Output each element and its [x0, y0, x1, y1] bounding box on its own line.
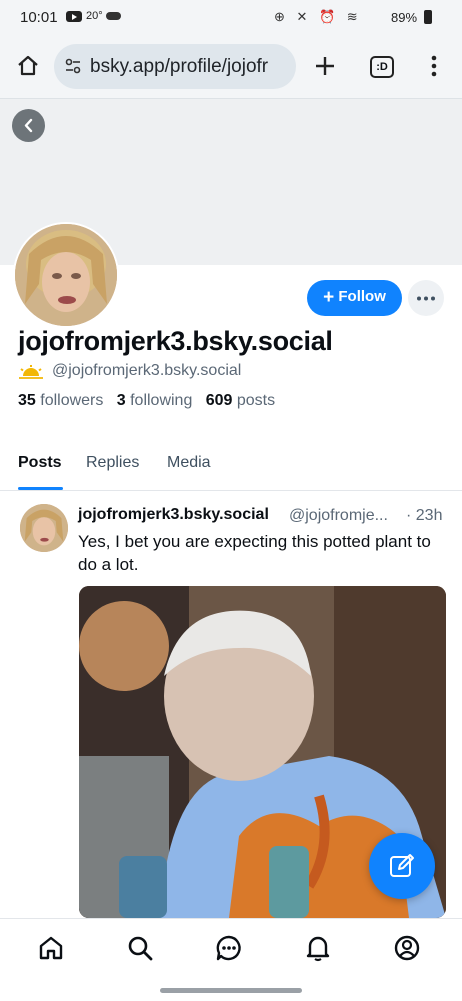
url-text: bsky.app/profile/jojofr [90, 56, 269, 77]
chat-icon[interactable] [215, 934, 243, 962]
compose-icon [390, 854, 414, 877]
battery-percent: 89% [391, 10, 418, 25]
status-time: 10:01 [20, 9, 58, 26]
profile-stats: 35 followers 3 following 609 posts [18, 392, 275, 410]
post-timestamp[interactable]: · 23h [406, 507, 442, 525]
profile-avatar[interactable] [13, 222, 119, 328]
followers-stat[interactable]: 35 followers [18, 392, 103, 409]
url-bar[interactable]: bsky.app/profile/jojofr [54, 44, 296, 89]
chevron-left-icon [24, 118, 33, 133]
posts-stat: 609 posts [205, 392, 276, 409]
back-button[interactable] [12, 109, 45, 142]
post-author-handle[interactable]: @jojofromje... [289, 507, 399, 525]
tab-switcher-icon[interactable]: :D [370, 56, 394, 78]
status-temperature: 20° [86, 10, 103, 22]
search-icon[interactable] [126, 934, 154, 962]
more-vert-icon[interactable] [424, 54, 444, 78]
site-settings-icon[interactable] [65, 58, 81, 74]
profile-display-name: jojofromjerk3.bsky.social [18, 326, 333, 356]
tab-media[interactable]: Media [167, 454, 211, 472]
tab-replies[interactable]: Replies [86, 454, 139, 472]
profile-more-button[interactable] [408, 280, 444, 316]
compose-post-button[interactable] [369, 833, 435, 899]
status-bar: 10:01 20° ⊕ ✕ ⏰ ≋ 89% [0, 0, 462, 36]
profile-tabs [0, 437, 462, 491]
follow-label: Follow [338, 288, 386, 305]
active-tab-indicator [18, 487, 63, 490]
profile-handle: @jojofromjerk3.bsky.social [52, 362, 242, 379]
youtube-icon [66, 11, 82, 22]
plus-icon: + [323, 287, 335, 308]
gesture-home-bar[interactable] [160, 988, 302, 993]
post-author-avatar[interactable] [20, 504, 68, 552]
more-horizontal-icon [417, 296, 435, 301]
tab-posts[interactable]: Posts [18, 454, 62, 472]
post-author-name[interactable]: jojofromjerk3.bsky.social [78, 506, 269, 524]
post-text: Yes, I bet you are expecting this potted… [78, 532, 431, 574]
battery-icon [424, 10, 432, 24]
bell-icon[interactable] [304, 934, 332, 962]
home-icon[interactable] [16, 54, 40, 78]
home-icon[interactable] [37, 934, 65, 962]
cloud-icon [106, 12, 121, 20]
new-tab-icon[interactable] [313, 54, 337, 78]
follow-button[interactable]: + Follow [307, 280, 402, 316]
avatar-photo [20, 504, 68, 552]
avatar-photo [15, 224, 117, 326]
sun-emoji-icon [19, 365, 43, 379]
status-system-icons: ⊕ ✕ ⏰ ≋ [274, 9, 362, 24]
following-stat[interactable]: 3 following [117, 392, 193, 409]
profile-icon[interactable] [393, 934, 421, 962]
